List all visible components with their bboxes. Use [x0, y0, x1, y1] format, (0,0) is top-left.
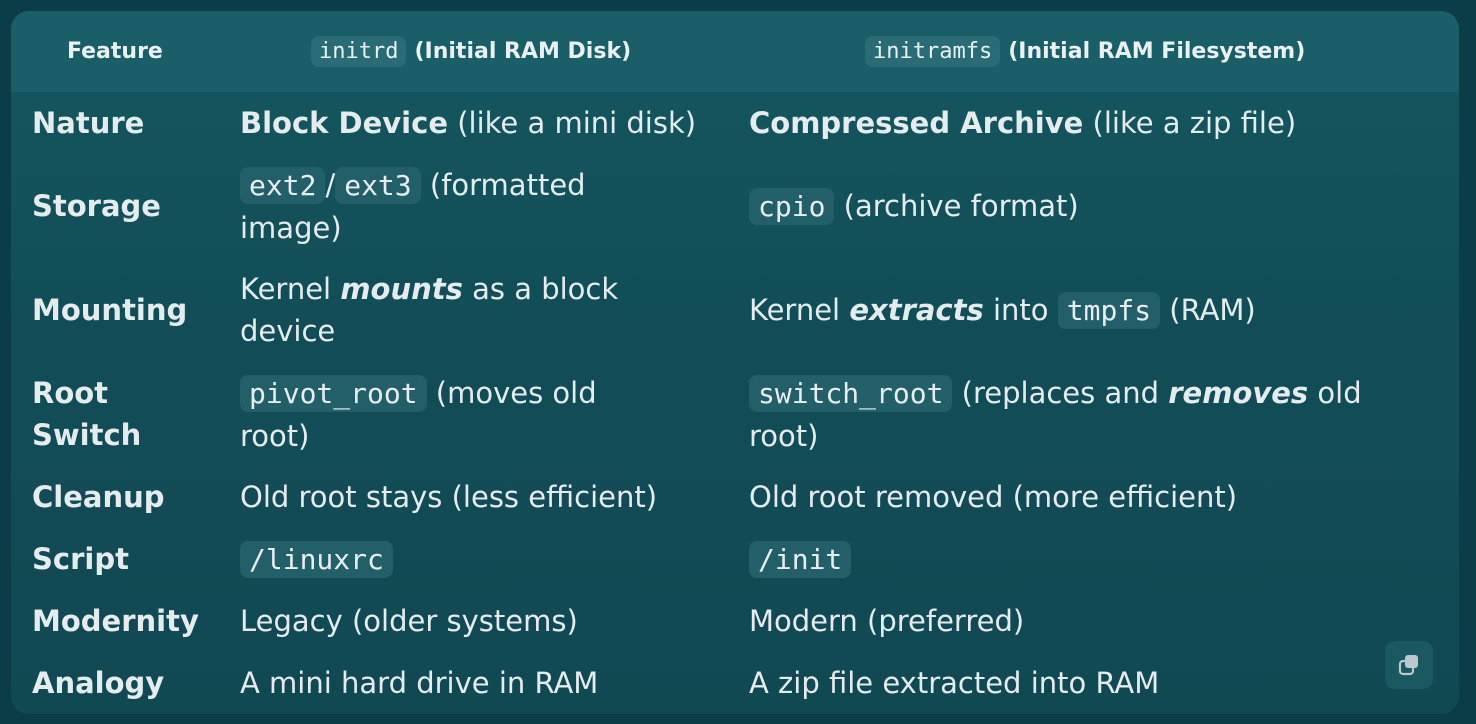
code-cpio: cpio	[749, 187, 835, 225]
table-row-analogy: Analogy A mini hard drive in RAM A zip f…	[11, 662, 1459, 704]
cell-initrd: Block Device (like a mini disk)	[240, 102, 720, 144]
row-label: Storage	[32, 164, 232, 248]
code-init: /init	[749, 541, 852, 578]
cell-initrd: A mini hard drive in RAM	[240, 666, 599, 700]
header-initrd-label: (Initial RAM Disk)	[414, 39, 632, 64]
row-label: Nature	[32, 106, 145, 140]
cell-initramfs: /init	[749, 538, 1439, 581]
row-label: Cleanup	[32, 480, 165, 514]
row-label: Analogy	[32, 666, 165, 700]
cell-text: into	[983, 292, 1058, 327]
cell-emphasis: extracts	[849, 292, 984, 327]
cell-text: (replaces and	[952, 376, 1169, 410]
table-row-mounting: Mounting Kernel mounts as a block device…	[11, 268, 1459, 352]
table-row-root-switch: Root Switch pivot_root (moves old root) …	[11, 372, 1459, 456]
copy-icon	[1398, 655, 1418, 676]
cell-initramfs: Old root removed (more efficient)	[749, 480, 1238, 514]
cell-emphasis: removes	[1168, 376, 1309, 410]
code-switch-root: switch_root	[749, 375, 953, 412]
comparison-table: Feature initrd (Initial RAM Disk) initra…	[11, 11, 1459, 714]
code-linuxrc: /linuxrc	[240, 541, 393, 578]
cell-initramfs: Compressed Archive (like a zip file)	[749, 102, 1439, 144]
cell-initrd: pivot_root (moves old root)	[240, 372, 660, 457]
cell-text: Kernel	[240, 272, 341, 306]
table-row-nature: Nature Block Device (like a mini disk) C…	[11, 102, 1459, 144]
header-initramfs-code: initramfs	[865, 36, 1001, 67]
cell-text: (like a mini disk)	[447, 106, 697, 140]
cell-initramfs: Kernel extracts into tmpfs (RAM)	[749, 268, 1439, 352]
code-pivot-root: pivot_root	[240, 375, 427, 412]
header-feature-label: Feature	[67, 39, 163, 64]
header-initramfs-label: (Initial RAM Filesystem)	[1008, 39, 1306, 64]
cell-separator: /	[325, 168, 336, 202]
cell-initrd: ext2/ext3 (formatted image)	[240, 164, 660, 249]
table-header: Feature initrd (Initial RAM Disk) initra…	[11, 11, 1459, 92]
cell-initramfs: cpio (archive format)	[749, 164, 1439, 248]
cell-initrd: /linuxrc	[240, 538, 720, 581]
cell-initrd: Legacy (older systems)	[240, 604, 578, 638]
code-ext3: ext3	[335, 167, 421, 204]
row-label-text: Mounting	[32, 293, 188, 327]
code-tmpfs: tmpfs	[1057, 291, 1161, 329]
header-feature: Feature	[67, 11, 163, 92]
cell-initramfs: Modern (preferred)	[749, 604, 1025, 638]
table-row-storage: Storage ext2/ext3 (formatted image) cpio…	[11, 164, 1459, 248]
cell-bold: Block Device	[240, 106, 448, 140]
copy-button[interactable]	[1385, 641, 1433, 689]
table-row-cleanup: Cleanup Old root stays (less efficient) …	[11, 476, 1459, 518]
code-ext2: ext2	[240, 167, 326, 204]
cell-emphasis: mounts	[340, 272, 463, 306]
cell-initramfs: switch_root (replaces and removes old ro…	[749, 372, 1429, 457]
cell-text: (archive format)	[834, 188, 1079, 223]
row-label: Mounting	[32, 268, 232, 352]
row-label-text: Storage	[32, 189, 161, 223]
cell-initrd: Old root stays (less efficient)	[240, 480, 658, 514]
cell-text: (RAM)	[1160, 292, 1256, 327]
cell-initrd: Kernel mounts as a block device	[240, 268, 670, 352]
header-initrd-code: initrd	[311, 36, 407, 67]
row-label: Modernity	[32, 604, 199, 638]
header-initramfs: initramfs (Initial RAM Filesystem)	[865, 11, 1305, 92]
cell-bold: Compressed Archive	[749, 106, 1084, 140]
cell-initramfs: A zip file extracted into RAM	[749, 666, 1160, 700]
cell-text: (like a zip file)	[1083, 106, 1297, 140]
row-label: Root Switch	[32, 376, 142, 452]
cell-text: Kernel	[749, 292, 850, 327]
header-initrd: initrd (Initial RAM Disk)	[311, 11, 631, 92]
table-row-modernity: Modernity Legacy (older systems) Modern …	[11, 600, 1459, 642]
row-label: Script	[32, 542, 129, 576]
table-row-script: Script /linuxrc /init	[11, 538, 1459, 580]
